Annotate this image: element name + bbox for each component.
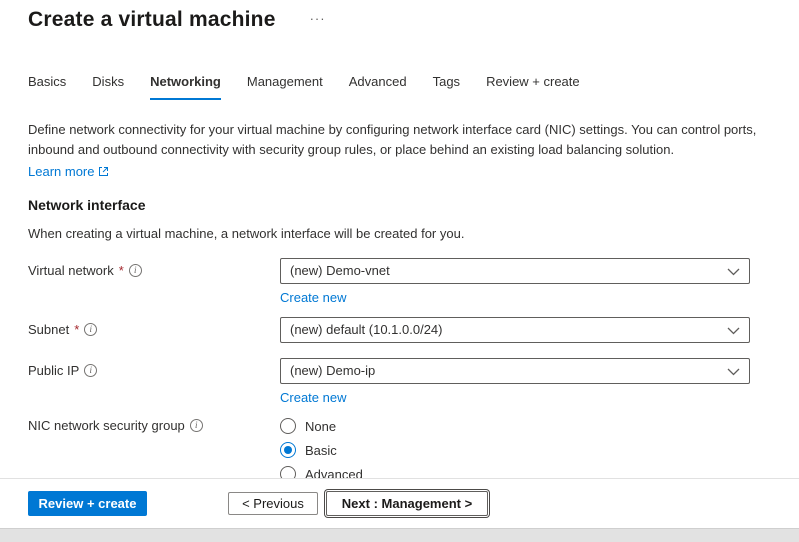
chevron-down-icon xyxy=(727,268,740,276)
window-bottom-edge xyxy=(0,528,799,542)
public-ip-label: Public IP xyxy=(28,363,79,378)
subnet-label: Subnet xyxy=(28,322,69,337)
tab-advanced[interactable]: Advanced xyxy=(349,74,407,100)
public-ip-select[interactable]: (new) Demo-ip xyxy=(280,358,750,384)
tab-review-create[interactable]: Review + create xyxy=(486,74,580,100)
create-vm-page: Create a virtual machine ··· Basics Disk… xyxy=(0,0,799,542)
page-header: Create a virtual machine ··· xyxy=(0,0,799,32)
tab-basics[interactable]: Basics xyxy=(28,74,66,100)
virtual-network-value: (new) Demo-vnet xyxy=(290,263,390,278)
tab-content: Define network connectivity for your vir… xyxy=(0,120,799,490)
more-menu-button[interactable]: ··· xyxy=(310,12,326,26)
chevron-down-icon xyxy=(727,368,740,376)
external-link-icon xyxy=(98,166,109,177)
virtual-network-label: Virtual network xyxy=(28,263,114,278)
review-create-button[interactable]: Review + create xyxy=(28,491,147,516)
nsg-option-label: Basic xyxy=(305,443,337,458)
networking-form: Virtual network * (new) Demo-vnet Create… xyxy=(28,258,771,490)
chevron-down-icon xyxy=(727,327,740,335)
subnet-select[interactable]: (new) default (10.1.0.0/24) xyxy=(280,317,750,343)
tab-tags[interactable]: Tags xyxy=(433,74,460,100)
next-management-button[interactable]: Next : Management > xyxy=(326,491,488,516)
info-icon[interactable] xyxy=(84,323,97,336)
required-marker: * xyxy=(74,322,79,337)
wizard-footer: Review + create < Previous Next : Manage… xyxy=(0,478,799,528)
virtual-network-row: Virtual network * (new) Demo-vnet Create… xyxy=(28,258,771,306)
nsg-option-label: None xyxy=(305,419,336,434)
page-title: Create a virtual machine xyxy=(28,8,276,32)
tab-bar: Basics Disks Networking Management Advan… xyxy=(0,74,799,100)
network-interface-description: When creating a virtual machine, a netwo… xyxy=(28,226,771,241)
radio-selected-icon xyxy=(280,442,296,458)
learn-more-label: Learn more xyxy=(28,164,94,179)
nsg-option-basic[interactable]: Basic xyxy=(280,442,750,458)
nsg-option-none[interactable]: None xyxy=(280,418,750,434)
radio-unselected-icon xyxy=(280,418,296,434)
subnet-control: (new) default (10.1.0.0/24) xyxy=(280,317,750,343)
nic-nsg-label-group: NIC network security group xyxy=(28,417,280,433)
public-ip-row: Public IP (new) Demo-ip Create new xyxy=(28,358,771,406)
info-icon[interactable] xyxy=(190,419,203,432)
public-ip-control: (new) Demo-ip Create new xyxy=(280,358,750,406)
info-icon[interactable] xyxy=(84,364,97,377)
tab-networking[interactable]: Networking xyxy=(150,74,221,100)
previous-button[interactable]: < Previous xyxy=(228,492,318,515)
virtual-network-select[interactable]: (new) Demo-vnet xyxy=(280,258,750,284)
learn-more-link[interactable]: Learn more xyxy=(28,164,109,179)
public-ip-label-group: Public IP xyxy=(28,358,280,378)
tab-management[interactable]: Management xyxy=(247,74,323,100)
required-marker: * xyxy=(119,263,124,278)
subnet-label-group: Subnet * xyxy=(28,317,280,337)
public-ip-create-new-link[interactable]: Create new xyxy=(280,390,346,406)
virtual-network-create-new-link[interactable]: Create new xyxy=(280,290,346,306)
info-icon[interactable] xyxy=(129,264,142,277)
virtual-network-label-group: Virtual network * xyxy=(28,258,280,278)
network-interface-heading: Network interface xyxy=(28,197,771,213)
tab-disks[interactable]: Disks xyxy=(92,74,124,100)
intro-text: Define network connectivity for your vir… xyxy=(28,120,766,159)
subnet-value: (new) default (10.1.0.0/24) xyxy=(290,322,442,337)
public-ip-value: (new) Demo-ip xyxy=(290,363,375,378)
subnet-row: Subnet * (new) default (10.1.0.0/24) xyxy=(28,317,771,343)
virtual-network-control: (new) Demo-vnet Create new xyxy=(280,258,750,306)
nic-nsg-label: NIC network security group xyxy=(28,418,185,433)
